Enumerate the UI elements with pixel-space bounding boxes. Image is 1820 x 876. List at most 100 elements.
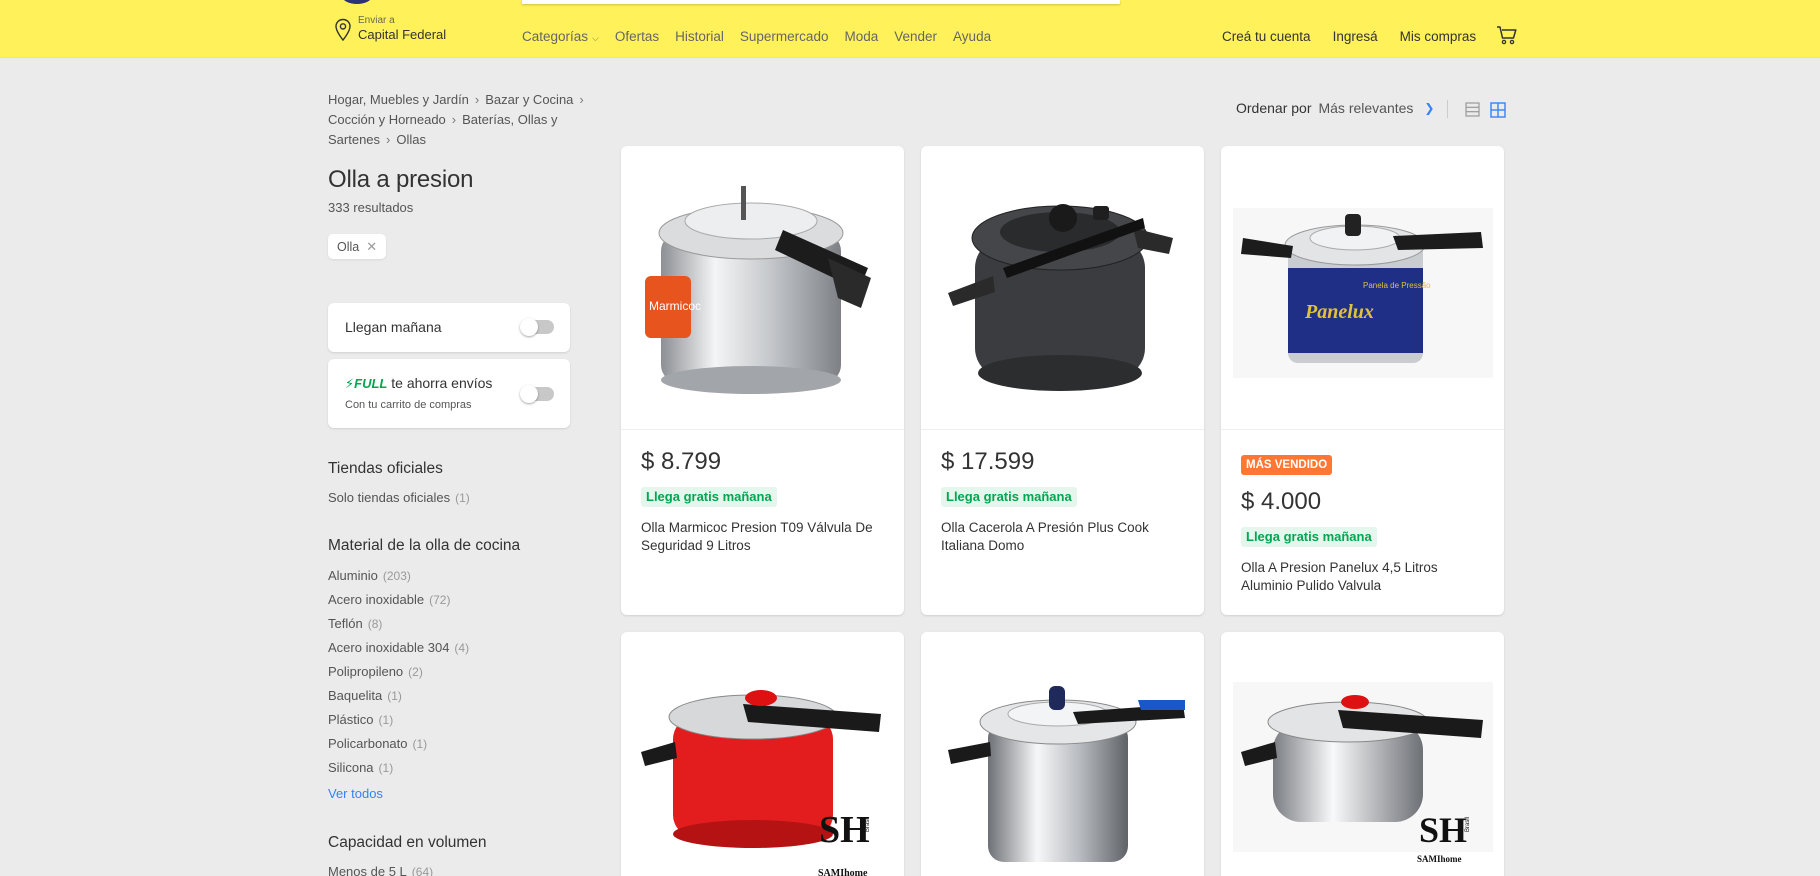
filter-option[interactable]: Silicona (1): [328, 756, 469, 780]
product-card[interactable]: [921, 632, 1204, 876]
filter-option-label: Acero inoxidable: [328, 592, 425, 607]
chevron-right-icon: ›: [451, 112, 457, 127]
filter-tomorrow-toggle[interactable]: [520, 318, 554, 336]
samihome-brand: SAMIhome: [1417, 854, 1462, 864]
filter-option-count: (4): [454, 641, 470, 655]
applied-filter-chip[interactable]: Olla ✕: [328, 234, 387, 259]
grid-view-icon[interactable]: [1490, 102, 1506, 118]
cart-icon[interactable]: [1496, 25, 1518, 45]
filter-option-label: Menos de 5 L: [328, 864, 407, 876]
page-title: Olla a presion: [328, 166, 474, 193]
login-link[interactable]: Ingresá: [1333, 29, 1378, 44]
shipping-badge: Llega gratis mañana: [641, 487, 777, 507]
filter-option-label: Baquelita: [328, 688, 383, 703]
product-card[interactable]: Marmicoc $ 8.799 Llega gratis mañana Oll…: [621, 146, 904, 615]
filter-option[interactable]: Solo tiendas oficiales (1): [328, 486, 470, 510]
my-purchases-link[interactable]: Mis compras: [1400, 29, 1477, 44]
chevron-right-icon: ›: [474, 92, 480, 107]
filter-option[interactable]: Aluminio (203): [328, 564, 469, 588]
sort-value: Más relevantes: [1318, 100, 1414, 116]
product-image[interactable]: [921, 146, 1204, 430]
nav-historial[interactable]: Historial: [675, 29, 724, 44]
filter-tomorrow-card: Llegan mañana: [328, 303, 570, 352]
samihome-sub: Brasil: [1465, 817, 1471, 832]
logo[interactable]: [342, 0, 372, 4]
filter-option[interactable]: Plástico (1): [328, 708, 469, 732]
product-image[interactable]: Marmicoc: [621, 146, 904, 430]
filter-option[interactable]: Acero inoxidable (72): [328, 588, 469, 612]
material-title: Material de la olla de cocina: [328, 537, 521, 554]
breadcrumb: Hogar, Muebles y Jardín › Bazar y Cocina › …: [328, 90, 608, 150]
pressure-cooker-image: [947, 203, 1173, 391]
nav-moda[interactable]: Moda: [844, 29, 878, 44]
delivery-location[interactable]: Enviar a Capital Federal: [334, 15, 446, 43]
breadcrumb-item[interactable]: Bazar y Cocina: [485, 92, 573, 107]
product-image[interactable]: SH Brasil SAMIhome: [621, 632, 904, 876]
shipping-badge: Llega gratis mañana: [1241, 527, 1377, 547]
product-image[interactable]: [921, 632, 1204, 876]
filter-option[interactable]: Teflón (8): [328, 612, 469, 636]
product-title[interactable]: Olla Marmicoc Presion T09 Válvula De Seg…: [641, 519, 886, 555]
nav-categorias[interactable]: Categorías ⌵: [522, 29, 599, 44]
product-image[interactable]: Panelux Panela de Pressão: [1221, 146, 1504, 430]
filter-option-count: (1): [378, 713, 394, 727]
official-stores-list: Solo tiendas oficiales (1): [328, 486, 470, 510]
account-nav: Creá tu cuenta Ingresá Mis compras: [1222, 29, 1476, 44]
product-card[interactable]: SH Brasil SAMIhome: [621, 632, 904, 876]
filter-full-label: ⚡FULL te ahorra envíos: [345, 375, 492, 392]
product-title[interactable]: Olla Cacerola A Presión Plus Cook Italia…: [941, 519, 1186, 555]
filter-option-label: Silicona: [328, 760, 374, 775]
samihome-sub: Brasil: [865, 817, 871, 832]
shipping-badge: Llega gratis mañana: [941, 487, 1077, 507]
filter-option[interactable]: Acero inoxidable 304 (4): [328, 636, 469, 660]
marmicoc-label: Marmicoc: [649, 299, 701, 313]
nav-vender[interactable]: Vender: [894, 29, 937, 44]
product-card[interactable]: Panelux Panela de Pressão MÁS VENDIDO $ …: [1221, 146, 1504, 615]
main-nav: Categorías ⌵ Ofertas Historial Supermerca…: [522, 29, 991, 44]
sort-dropdown[interactable]: Ordenar por Más relevantes ❯: [1236, 100, 1434, 116]
location-line2: Capital Federal: [358, 27, 447, 42]
official-stores-title: Tiendas oficiales: [328, 460, 443, 477]
header: Enviar a Capital Federal Categorías ⌵ Ofe…: [0, 0, 1820, 57]
breadcrumb-item[interactable]: Cocción y Horneado: [328, 112, 446, 127]
filter-option-label: Solo tiendas oficiales: [328, 490, 451, 505]
close-icon[interactable]: ✕: [366, 239, 377, 255]
nav-ofertas[interactable]: Ofertas: [615, 29, 659, 44]
product-card[interactable]: $ 17.599 Llega gratis mañana Olla Cacero…: [921, 146, 1204, 615]
panelux-logo: Panelux: [1304, 301, 1374, 323]
filter-option-label: Policarbonato: [328, 736, 408, 751]
divider: [1447, 100, 1448, 118]
see-all-link[interactable]: Ver todos: [328, 786, 383, 801]
filter-option-label: Polipropileno: [328, 664, 404, 679]
filter-option-label: Plástico: [328, 712, 374, 727]
pressure-cooker-image: Marmicoc: [644, 185, 871, 394]
filter-option[interactable]: Polipropileno (2): [328, 660, 469, 684]
pressure-cooker-image: [947, 686, 1185, 862]
pressure-cooker-image: SH Brasil SAMIhome: [640, 690, 881, 876]
product-image[interactable]: SH Brasil SAMIhome: [1221, 632, 1504, 876]
product-title[interactable]: Olla A Presion Panelux 4,5 Litros Alumin…: [1241, 559, 1486, 595]
breadcrumb-item[interactable]: Hogar, Muebles y Jardín: [328, 92, 469, 107]
nav-label: Categorías: [522, 29, 589, 44]
filter-option[interactable]: Menos de 5 L (64): [328, 860, 433, 876]
results-count: 333 resultados: [328, 200, 414, 215]
product-price: $ 8.799: [641, 448, 722, 475]
location-pin-icon: [335, 18, 351, 42]
list-view-icon[interactable]: [1465, 102, 1480, 117]
nav-ayuda[interactable]: Ayuda: [953, 29, 991, 44]
nav-supermercado[interactable]: Supermercado: [740, 29, 829, 44]
full-logo: ⚡FULL: [345, 376, 387, 391]
filter-option-count: (1): [412, 737, 428, 751]
filter-option-count: (72): [429, 593, 451, 607]
filter-option-count: (8): [367, 617, 383, 631]
create-account-link[interactable]: Creá tu cuenta: [1222, 29, 1311, 44]
chevron-right-icon: ›: [386, 132, 391, 147]
search-input[interactable]: [522, 0, 1120, 4]
filter-option-count: (64): [411, 865, 434, 876]
filter-option[interactable]: Policarbonato (1): [328, 732, 469, 756]
filter-option[interactable]: Baquelita (1): [328, 684, 469, 708]
filter-full-toggle[interactable]: [520, 385, 554, 403]
product-card[interactable]: SH Brasil SAMIhome: [1221, 632, 1504, 876]
filter-option-label: Aluminio: [328, 568, 378, 583]
filter-option-count: (1): [455, 491, 470, 505]
